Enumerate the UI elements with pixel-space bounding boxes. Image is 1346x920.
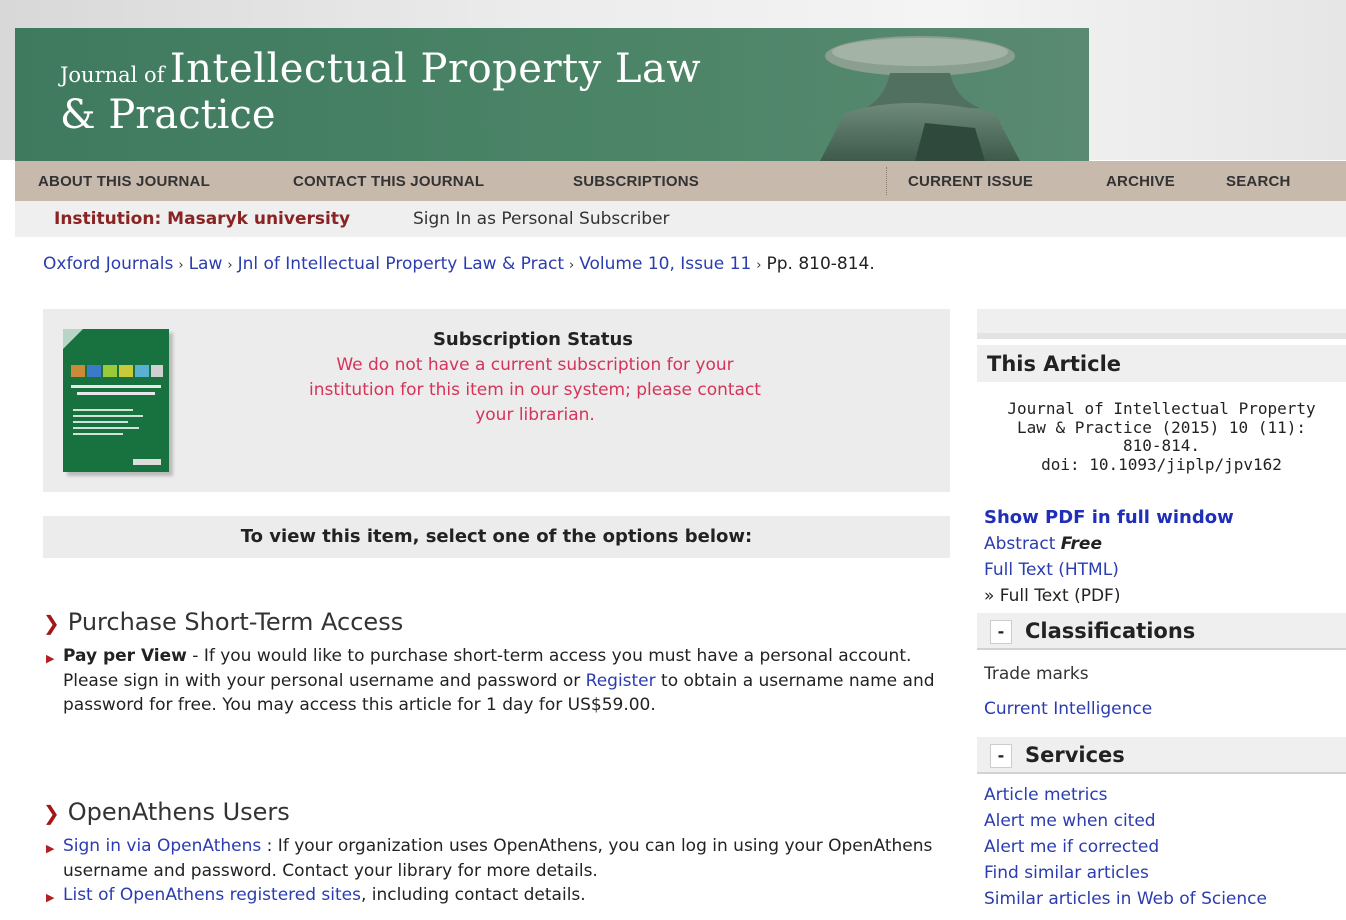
citation-doi: doi: 10.1093/jiplp/jpv162	[1041, 454, 1282, 474]
this-article-title: This Article	[987, 352, 1122, 376]
breadcrumb-volume[interactable]: Volume 10, Issue 11	[579, 254, 751, 274]
pay-per-view-label: Pay per View	[63, 646, 187, 666]
bullet-arrow-icon: ▶	[46, 891, 55, 904]
nav-archive[interactable]: ARCHIVE	[1106, 173, 1175, 190]
nav-divider	[886, 167, 887, 195]
nav-current-issue[interactable]: CURRENT ISSUE	[908, 173, 1033, 190]
breadcrumb-separator: ›	[756, 258, 762, 273]
breadcrumb-oxford-journals[interactable]: Oxford Journals	[43, 254, 173, 274]
openathens-heading-text: OpenAthens Users	[67, 798, 290, 826]
options-heading-box: To view this item, select one of the opt…	[43, 516, 950, 558]
service-find-similar[interactable]: Find similar articles	[984, 863, 1149, 883]
classifications-title: Classifications	[1025, 619, 1196, 643]
subscription-status-title: Subscription Status	[432, 329, 634, 350]
full-text-html-link[interactable]: Full Text (HTML)	[984, 560, 1119, 580]
sidebar-top-bar	[977, 309, 1346, 339]
cover-art-icon	[63, 329, 169, 472]
journal-title-main: Intellectual Property Law	[169, 46, 702, 92]
services-header: - Services	[977, 737, 1346, 774]
institution-bar: Institution: Masaryk university Sign In …	[15, 201, 1346, 237]
citation-line: Journal of Intellectual Property	[1007, 399, 1316, 418]
nav-subscriptions[interactable]: SUBSCRIPTIONS	[573, 173, 699, 190]
purchase-access-heading: ❯ Purchase Short-Term Access	[43, 608, 403, 636]
breadcrumb: Oxford Journals › Law › Jnl of Intellectual …	[43, 254, 875, 274]
breadcrumb-law[interactable]: Law	[189, 254, 223, 274]
openathens-sites-link[interactable]: List of OpenAthens registered sites	[63, 885, 361, 905]
breadcrumb-journal[interactable]: Jnl of Intellectual Property Law & Pract	[238, 254, 564, 274]
subscription-status-box: Subscription Status We do not have a cur…	[43, 309, 950, 492]
main-nav: ABOUT THIS JOURNAL CONTACT THIS JOURNAL …	[15, 161, 1346, 201]
breadcrumb-separator: ›	[178, 258, 184, 273]
breadcrumb-separator: ›	[227, 258, 233, 273]
classification-trade-marks[interactable]: Trade marks	[984, 664, 1089, 684]
chevron-right-icon: ❯	[43, 611, 60, 635]
show-pdf-link[interactable]: Show PDF in full window	[984, 507, 1234, 528]
institution-label: Institution: Masaryk university	[54, 209, 351, 229]
openathens-signin-paragraph: Sign in via OpenAthens : If your organiz…	[63, 834, 933, 883]
register-link[interactable]: Register	[586, 671, 656, 691]
citation-line: 810-814.	[1122, 436, 1201, 455]
nav-search[interactable]: SEARCH	[1226, 173, 1291, 190]
collapse-classifications-toggle[interactable]: -	[990, 620, 1012, 644]
classification-current-intelligence[interactable]: Current Intelligence	[984, 699, 1152, 719]
chevron-right-icon: ❯	[43, 801, 60, 825]
purchase-access-heading-text: Purchase Short-Term Access	[67, 608, 404, 636]
subscription-status-message: We do not have a current subscription fo…	[309, 355, 761, 425]
openathens-list-text: , including contact details.	[360, 885, 586, 905]
openathens-heading: ❯ OpenAthens Users	[43, 798, 290, 826]
journal-masthead[interactable]: Journal of Intellectual Property Law & P…	[15, 28, 1089, 161]
options-heading: To view this item, select one of the opt…	[240, 526, 753, 547]
nav-about-journal[interactable]: ABOUT THIS JOURNAL	[38, 173, 210, 190]
this-article-header: This Article	[977, 345, 1346, 382]
breadcrumb-current: Pp. 810-814.	[766, 254, 875, 274]
journal-cover-image[interactable]	[63, 329, 169, 472]
abstract-link[interactable]: Abstract	[984, 534, 1055, 554]
services-title: Services	[1025, 743, 1125, 767]
free-badge: Free	[1060, 534, 1102, 554]
abstract-item: Abstract Free	[984, 534, 1102, 554]
sign-in-openathens-link[interactable]: Sign in via OpenAthens	[63, 836, 261, 856]
journal-title-line2: & Practice	[60, 92, 276, 138]
balancing-rock-image	[820, 36, 1020, 161]
journal-title-line1: Journal of Intellectual Property Law	[60, 46, 701, 92]
service-alert-cited[interactable]: Alert me when cited	[984, 811, 1156, 831]
bullet-arrow-icon: ▶	[46, 842, 55, 855]
classifications-header: - Classifications	[977, 613, 1346, 650]
service-similar-web-of-science[interactable]: Similar articles in Web of Science	[984, 889, 1267, 909]
nav-contact-journal[interactable]: CONTACT THIS JOURNAL	[293, 173, 484, 190]
service-alert-corrected[interactable]: Alert me if corrected	[984, 837, 1159, 857]
sign-in-personal-link[interactable]: Sign In as Personal Subscriber	[413, 209, 670, 229]
pay-per-view-paragraph: Pay per View - If you would like to purc…	[63, 644, 953, 718]
service-article-metrics[interactable]: Article metrics	[984, 785, 1108, 805]
breadcrumb-separator: ›	[569, 258, 575, 273]
journal-title-small: Journal of	[60, 63, 165, 87]
citation-line: Law & Practice (2015) 10 (11):	[1017, 417, 1306, 437]
article-citation: Journal of Intellectual Property Law & P…	[983, 399, 1340, 474]
bullet-arrow-icon: ▶	[46, 652, 55, 665]
collapse-services-toggle[interactable]: -	[990, 744, 1012, 768]
openathens-list-paragraph: List of OpenAthens registered sites, inc…	[63, 883, 933, 908]
full-text-pdf-current: » Full Text (PDF)	[984, 586, 1121, 606]
